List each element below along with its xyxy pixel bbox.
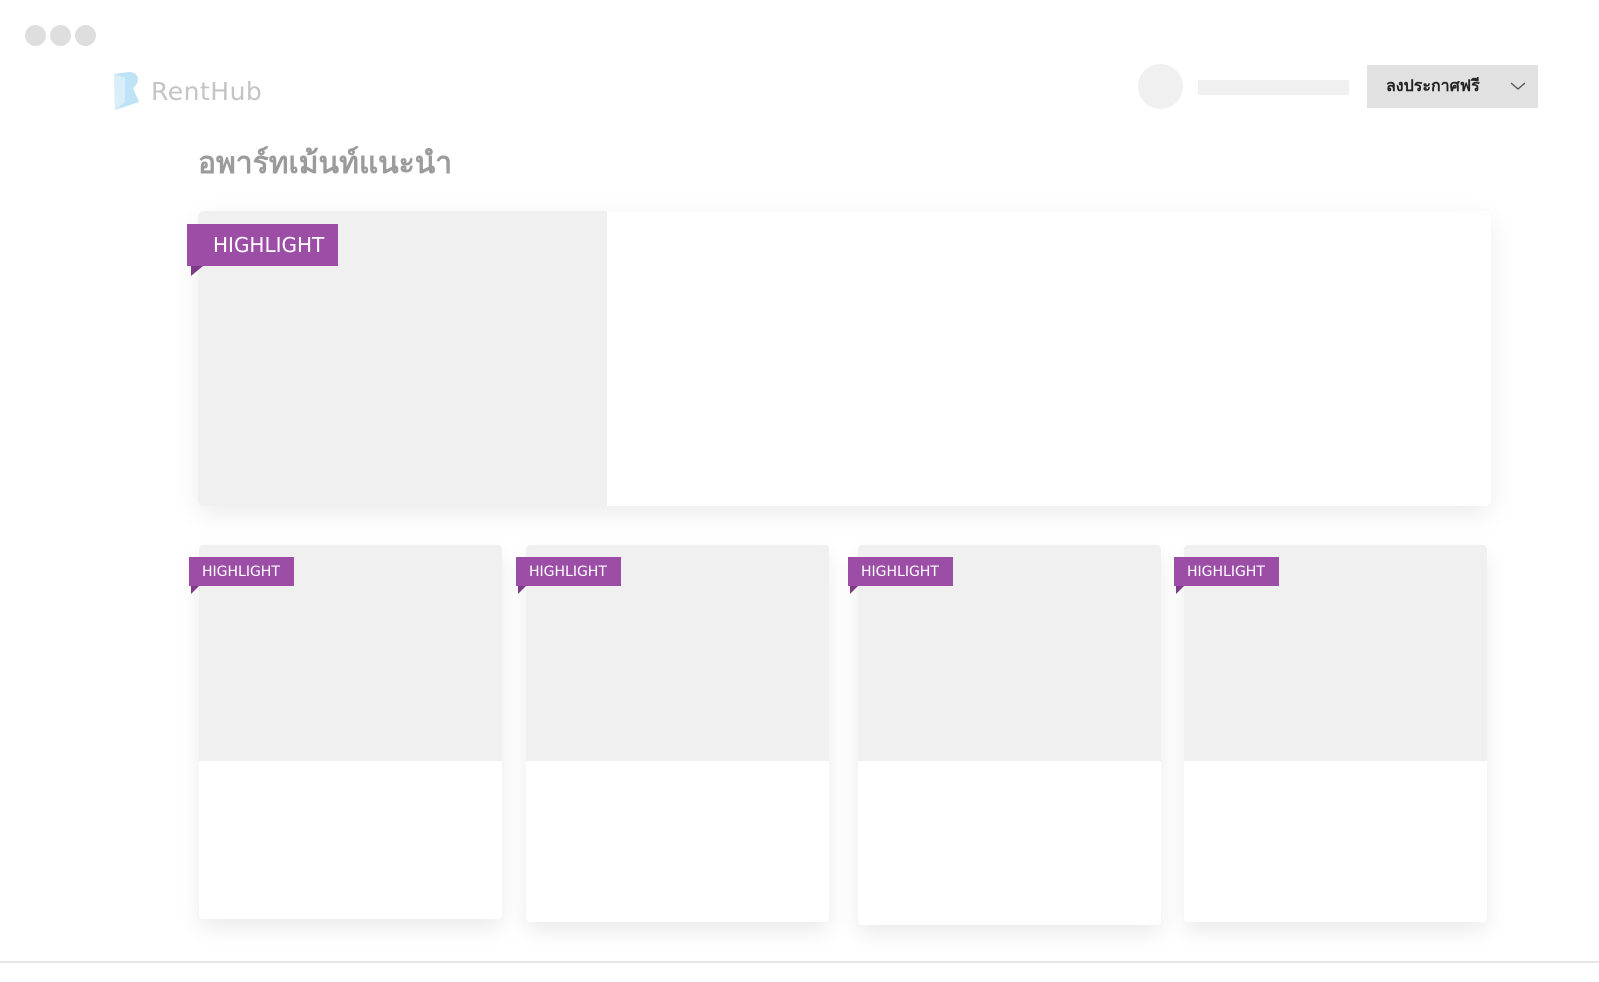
logo-text: RentHub xyxy=(151,76,263,106)
apartment-card[interactable]: HIGHLIGHT xyxy=(1174,545,1487,922)
page: RentHub ลงประกาศฟรี อพาร์ทเม้นท์แนะนำ HI… xyxy=(0,0,1599,982)
highlight-badge: HIGHLIGHT xyxy=(516,557,621,594)
highlight-badge: HIGHLIGHT xyxy=(189,557,294,594)
window-close-dot[interactable] xyxy=(25,25,46,46)
highlight-badge: HIGHLIGHT xyxy=(848,557,953,594)
apartment-card[interactable]: HIGHLIGHT xyxy=(848,545,1161,925)
window-controls xyxy=(25,25,96,46)
apartment-card[interactable]: HIGHLIGHT xyxy=(516,545,829,922)
username-placeholder[interactable] xyxy=(1198,80,1349,95)
post-free-button[interactable]: ลงประกาศฟรี xyxy=(1367,65,1538,108)
avatar[interactable] xyxy=(1138,64,1183,109)
divider xyxy=(0,961,1599,963)
section-title: อพาร์ทเม้นท์แนะนำ xyxy=(198,146,453,181)
window-minimize-dot[interactable] xyxy=(50,25,71,46)
logo[interactable]: RentHub xyxy=(113,72,262,110)
featured-apartment-card[interactable]: HIGHLIGHT xyxy=(187,211,1491,506)
apartment-card[interactable]: HIGHLIGHT xyxy=(189,545,502,919)
highlight-badge: HIGHLIGHT xyxy=(187,224,338,276)
post-free-button-label: ลงประกาศฟรี xyxy=(1386,76,1480,95)
logo-mark-icon xyxy=(114,72,139,110)
highlight-badge: HIGHLIGHT xyxy=(1174,557,1279,594)
window-maximize-dot[interactable] xyxy=(75,25,96,46)
chevron-down-icon xyxy=(1510,82,1526,90)
